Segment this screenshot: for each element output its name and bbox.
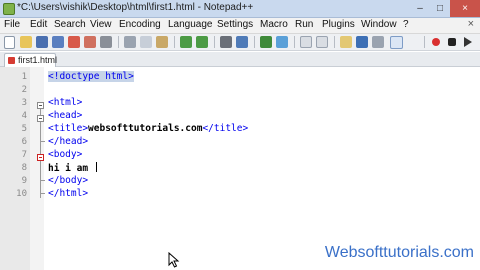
toolbar-separator xyxy=(424,36,425,48)
copy-icon[interactable] xyxy=(140,36,152,48)
code-line-9: </body> xyxy=(48,175,88,186)
fold-end-marker xyxy=(40,180,45,181)
toolbar-separator xyxy=(294,36,295,48)
title-text: websofttutorials.com xyxy=(88,123,203,134)
sync-h-icon[interactable] xyxy=(316,36,328,48)
menu-window[interactable]: Window xyxy=(361,19,397,30)
title-close-tag: </title> xyxy=(202,123,249,134)
editor-area[interactable]: 1 2 3 4 5 6 7 8 9 10 <!doctype html> <ht… xyxy=(0,67,480,270)
close-all-icon[interactable] xyxy=(84,36,96,48)
fold-icon[interactable] xyxy=(390,36,403,49)
menu-file[interactable]: File xyxy=(4,19,20,30)
sync-v-icon[interactable] xyxy=(300,36,312,48)
menu-run[interactable]: Run xyxy=(295,19,313,30)
fold-toggle-icon[interactable] xyxy=(37,102,44,109)
save-icon[interactable] xyxy=(36,36,48,48)
code-line-4: <head> xyxy=(48,110,82,121)
minimize-button[interactable]: – xyxy=(410,0,430,17)
stop-macro-icon[interactable] xyxy=(448,38,456,46)
print-icon[interactable] xyxy=(100,36,112,48)
fold-toggle-icon[interactable] xyxy=(37,115,44,122)
line-number: 8 xyxy=(21,163,27,173)
new-file-icon[interactable] xyxy=(4,36,15,49)
open-icon[interactable] xyxy=(20,36,32,48)
toolbar-separator xyxy=(118,36,119,48)
code-line-8: hi i am xyxy=(48,162,97,174)
toolbar-separator xyxy=(334,36,335,48)
menu-language[interactable]: Language xyxy=(168,19,213,30)
find-icon[interactable] xyxy=(220,36,232,48)
toolbar-separator xyxy=(214,36,215,48)
line-number: 4 xyxy=(21,111,27,121)
record-macro-icon[interactable] xyxy=(432,38,440,46)
tab-label: first1.html xyxy=(18,55,58,65)
html-close-tag: </html> xyxy=(48,188,89,199)
unsaved-doc-icon xyxy=(8,57,15,64)
undo-icon[interactable] xyxy=(180,36,192,48)
line-number: 7 xyxy=(21,150,27,160)
menu-macro[interactable]: Macro xyxy=(260,19,288,30)
indent-guide-icon[interactable] xyxy=(372,36,384,48)
menu-bar: File Edit Search View Encoding Language … xyxy=(0,18,480,34)
toolbar-separator xyxy=(254,36,255,48)
head-close-tag: </head> xyxy=(48,136,89,147)
menu-settings[interactable]: Settings xyxy=(217,19,253,30)
toolbar-separator xyxy=(174,36,175,48)
save-all-icon[interactable] xyxy=(52,36,64,48)
fold-margin xyxy=(30,67,44,270)
menu-view[interactable]: View xyxy=(90,19,112,30)
replace-icon[interactable] xyxy=(236,36,248,48)
doctype-token: <!doctype html> xyxy=(48,71,134,82)
close-window-button[interactable]: × xyxy=(450,0,480,17)
word-wrap-icon[interactable] xyxy=(340,36,352,48)
mouse-pointer-icon xyxy=(168,252,180,268)
window-controls: – □ × xyxy=(410,0,480,17)
menu-help[interactable]: ? xyxy=(403,19,409,30)
body-text: hi i am xyxy=(48,163,94,174)
line-number: 2 xyxy=(21,85,27,95)
line-number: 3 xyxy=(21,98,27,108)
title-bar: *C:\Users\vishik\Desktop\html\first1.htm… xyxy=(0,0,480,18)
maximize-button[interactable]: □ xyxy=(430,0,450,17)
line-number: 1 xyxy=(21,72,27,82)
menu-plugins[interactable]: Plugins xyxy=(322,19,355,30)
code-line-5: <title>websofttutorials.com</title> xyxy=(48,123,248,134)
title-open-tag: <title> xyxy=(48,123,89,134)
menu-edit[interactable]: Edit xyxy=(30,19,47,30)
code-line-3: <html> xyxy=(48,97,82,108)
zoom-in-icon[interactable] xyxy=(260,36,272,48)
tab-first1-html[interactable]: first1.html xyxy=(4,53,58,67)
fold-end-marker xyxy=(40,193,45,194)
redo-icon[interactable] xyxy=(196,36,208,48)
code-line-10: </html> xyxy=(48,188,88,199)
line-number: 10 xyxy=(16,189,27,199)
tab-bar: first1.html xyxy=(0,52,480,67)
body-close-tag: </body> xyxy=(48,175,89,186)
line-number: 9 xyxy=(21,176,27,186)
html-open-tag: <html> xyxy=(48,97,83,108)
play-macro-icon[interactable] xyxy=(464,37,472,47)
notepadpp-app-icon xyxy=(3,3,15,15)
close-icon[interactable] xyxy=(68,36,80,48)
paste-icon[interactable] xyxy=(156,36,168,48)
head-open-tag: <head> xyxy=(48,110,83,121)
line-number: 6 xyxy=(21,137,27,147)
cut-icon[interactable] xyxy=(124,36,136,48)
zoom-out-icon[interactable] xyxy=(276,36,288,48)
fold-toggle-icon[interactable] xyxy=(37,154,44,161)
menu-search[interactable]: Search xyxy=(54,19,86,30)
code-line-7: <body> xyxy=(48,149,82,160)
all-chars-icon[interactable] xyxy=(356,36,368,48)
menu-encoding[interactable]: Encoding xyxy=(119,19,161,30)
body-open-tag: <body> xyxy=(48,149,83,160)
code-line-6: </head> xyxy=(48,136,88,147)
fold-end-marker xyxy=(40,141,45,142)
line-number: 5 xyxy=(21,124,27,134)
toolbar xyxy=(0,34,480,51)
close-document-icon[interactable]: × xyxy=(468,18,474,30)
text-caret xyxy=(95,162,97,172)
watermark-text: Websofttutorials.com xyxy=(324,244,474,261)
code-line-1: <!doctype html> xyxy=(48,71,134,82)
window-title: *C:\Users\vishik\Desktop\html\first1.htm… xyxy=(17,2,254,13)
